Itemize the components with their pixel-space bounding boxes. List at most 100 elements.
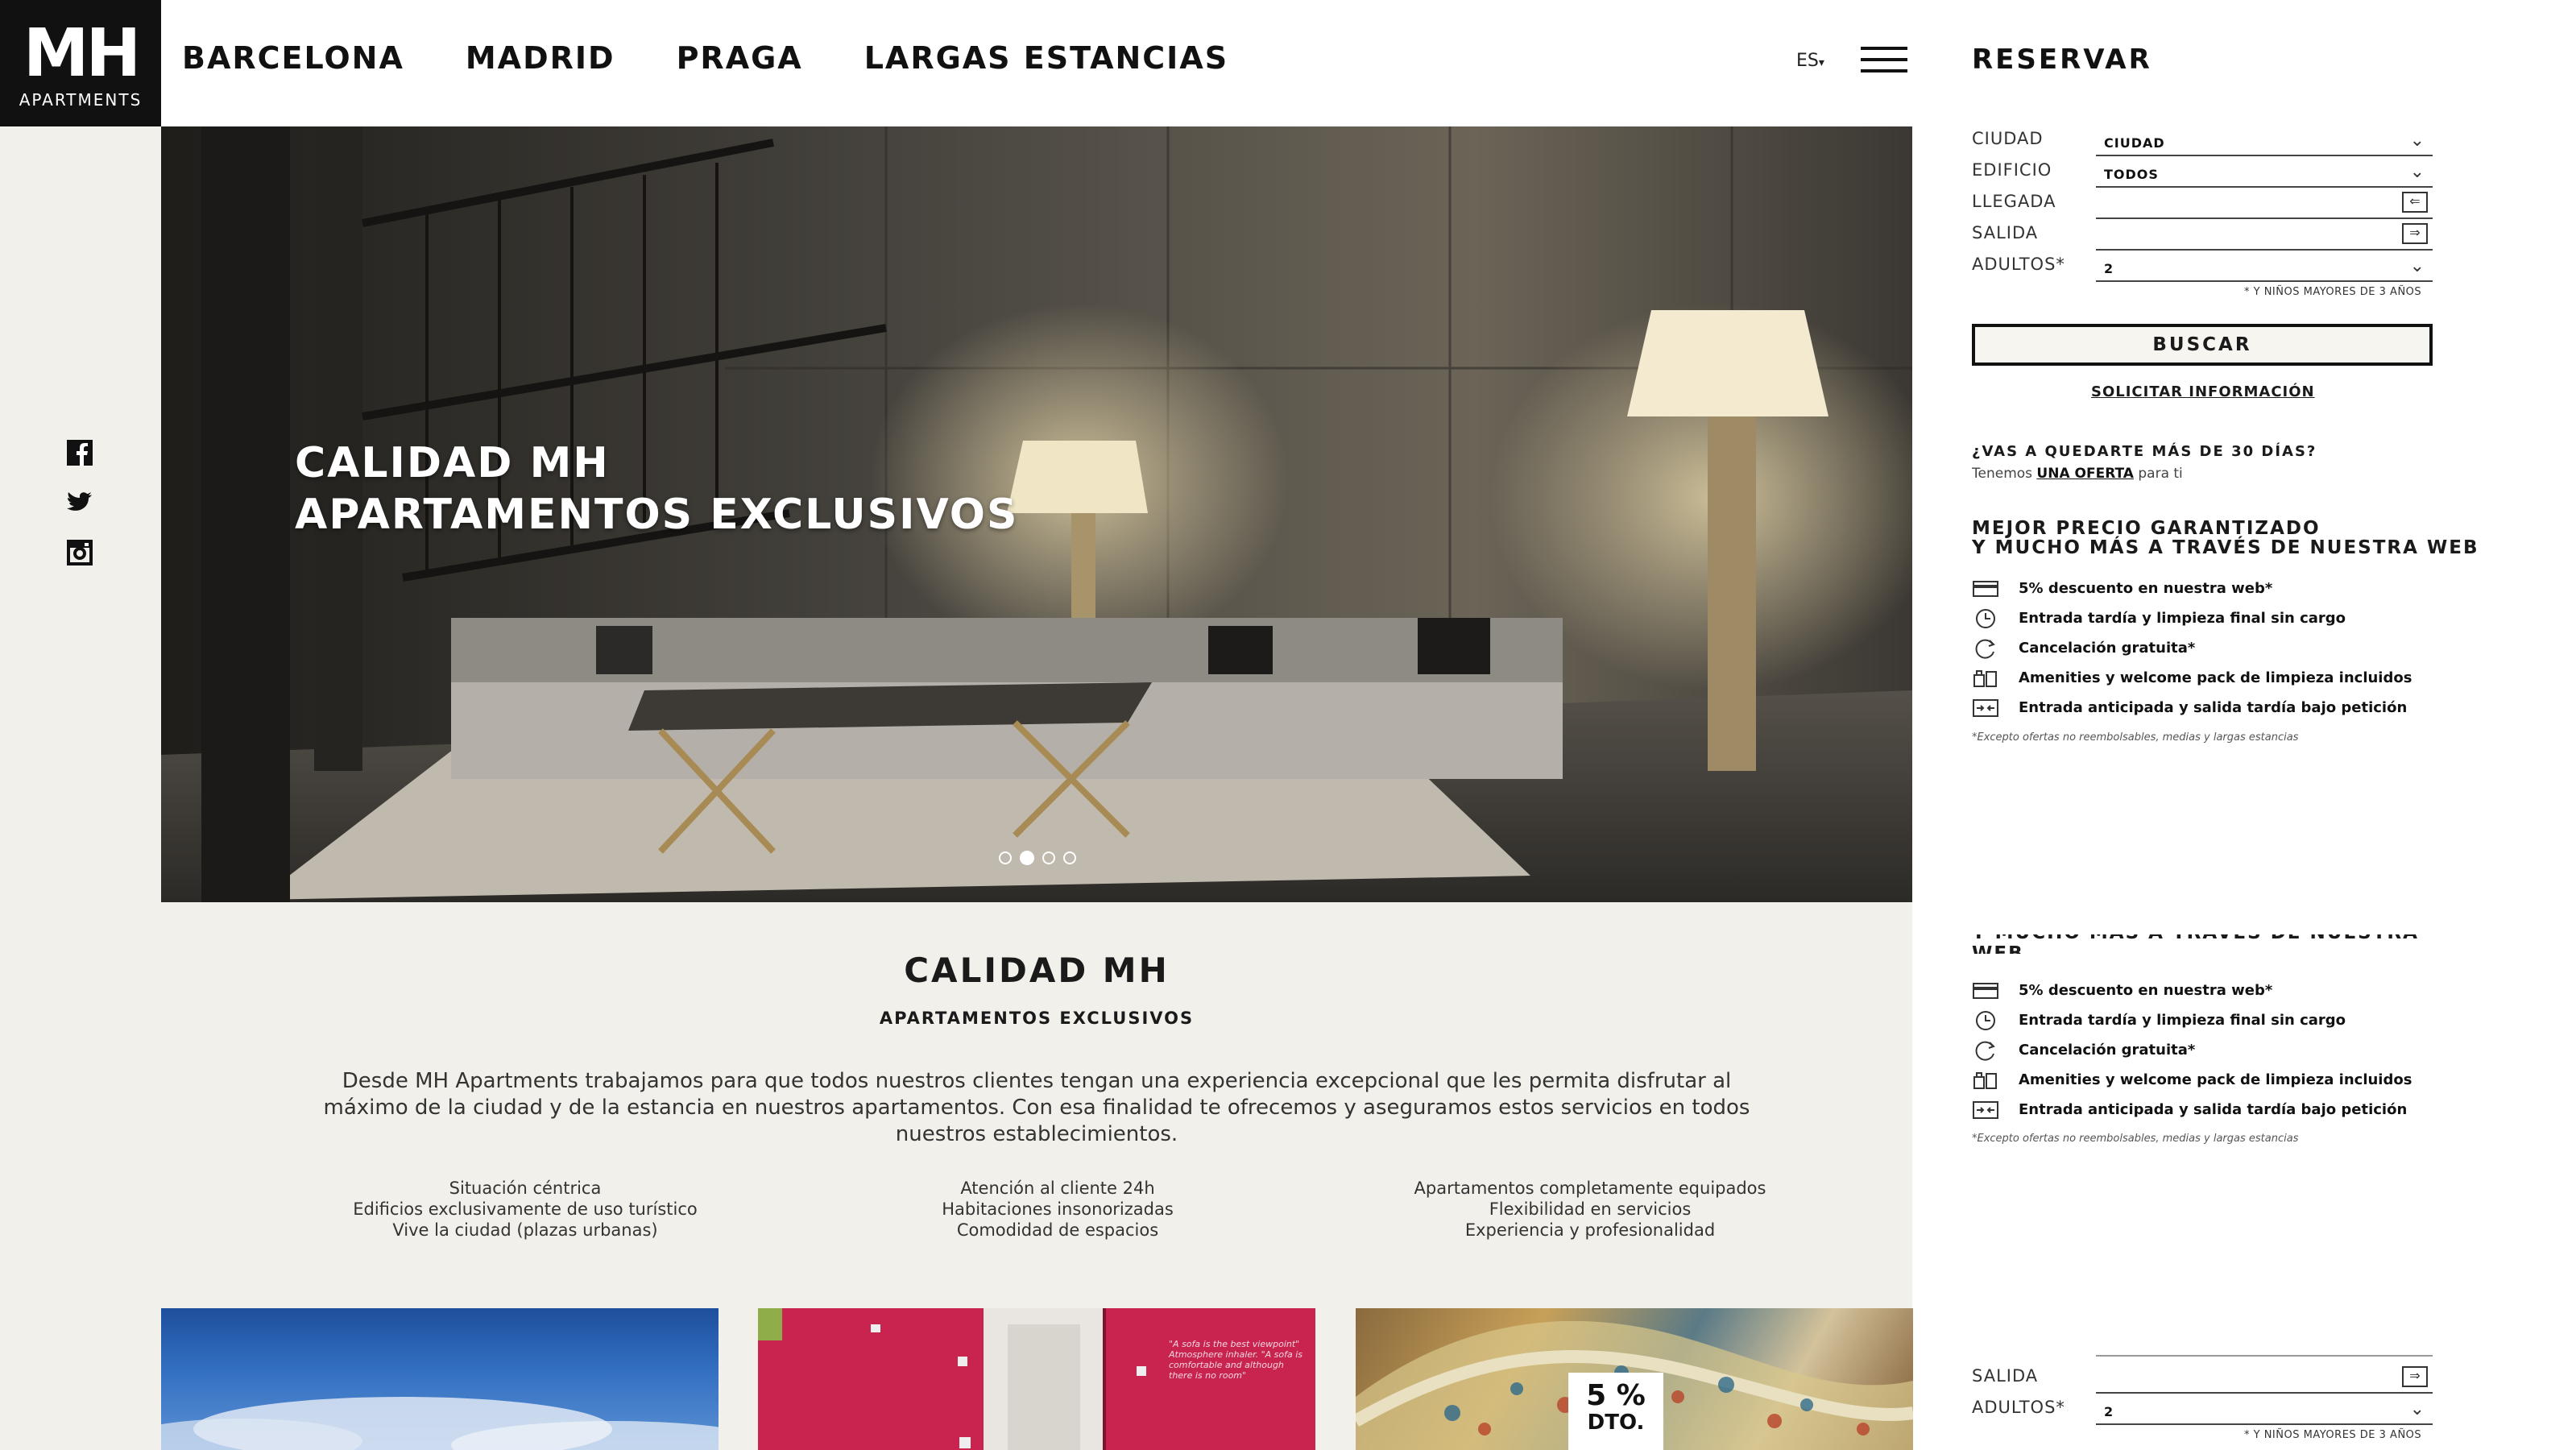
chevron-down-icon: ⌄: [2409, 162, 2425, 182]
long-stay-prefix: Tenemos: [1972, 466, 2033, 482]
discount-amount: 5 %: [1586, 1379, 1646, 1412]
hero-title-line2: APARTAMENTOS EXCLUSIVOS: [295, 491, 1019, 539]
benefit-item: Amenities y welcome pack de limpieza inc…: [1972, 1065, 2455, 1095]
hero-title: CALIDAD MH APARTAMENTOS EXCLUSIVOS: [295, 437, 1018, 541]
benefit-text: 5% descuento en nuestra web*: [2019, 580, 2273, 597]
nav-largas-estancias[interactable]: LARGAS ESTANCIAS: [864, 40, 1228, 76]
salida-label: SALIDA: [1972, 223, 2039, 242]
feature-column: Situación céntrica Edificios exclusivame…: [275, 1178, 775, 1241]
buscar-button[interactable]: BUSCAR: [1972, 324, 2433, 366]
benefit-text: Entrada tardía y limpieza final sin carg…: [2019, 1012, 2346, 1029]
edificio-select[interactable]: TODOS ⌄: [2096, 160, 2433, 188]
adultos-value: 2: [2104, 261, 2114, 276]
feature-item: Atención al cliente 24h: [960, 1179, 1155, 1198]
twitter-icon[interactable]: [66, 490, 93, 516]
mh-logo[interactable]: MH APARTMENTS: [0, 0, 161, 126]
main-nav: BARCELONA MADRID PRAGA LARGAS ESTANCIAS: [182, 40, 1228, 76]
discount-badge: 5 % DTO.: [1568, 1373, 1663, 1450]
adultos-value: 2: [2104, 1404, 2114, 1419]
feature-item: Vive la ciudad (plazas urbanas): [392, 1220, 658, 1240]
benefit-item: 5% descuento en nuestra web*: [1972, 976, 2455, 1005]
top-navigation-bar: BARCELONA MADRID PRAGA LARGAS ESTANCIAS …: [161, 0, 1912, 126]
feature-item: Experiencia y profesionalidad: [1464, 1220, 1716, 1240]
feature-column: Atención al cliente 24h Habitaciones ins…: [808, 1178, 1307, 1241]
benefit-item: Entrada anticipada y salida tardía bajo …: [1972, 1095, 2455, 1125]
slider-dot-3[interactable]: [1042, 851, 1055, 864]
benefit-item: Cancelación gratuita*: [1972, 633, 2455, 663]
feature-item: Situación céntrica: [449, 1179, 602, 1198]
long-stay-offer: Tenemos UNA OFERTA para ti: [1972, 466, 2183, 482]
ciudad-select[interactable]: CIUDAD ⌄: [2096, 129, 2433, 156]
ciudad-value: CIUDAD: [2104, 135, 2165, 151]
exception-note: *Excepto ofertas no reembolsables, media…: [1972, 1133, 2299, 1145]
oferta-link[interactable]: UNA OFERTA: [2036, 466, 2134, 482]
benefit-item: Amenities y welcome pack de limpieza inc…: [1972, 663, 2455, 693]
hamburger-menu-icon[interactable]: [1861, 47, 1907, 76]
language-code: ES: [1796, 51, 1819, 71]
late-checkin-icon: [1972, 608, 1999, 628]
feature-item: Habitaciones insonorizadas: [942, 1199, 1174, 1219]
promo-cards: "A sofa is the best viewpoint" Atmospher…: [161, 1308, 1913, 1450]
benefit-text: 5% descuento en nuestra web*: [2019, 982, 2273, 999]
promo-card-discount[interactable]: 5 % DTO.: [1356, 1308, 1913, 1450]
llegada-date-field[interactable]: ⇐: [2096, 192, 2433, 219]
benefit-text: Entrada anticipada y salida tardía bajo …: [2019, 1101, 2408, 1118]
slider-dot-2[interactable]: [1020, 851, 1034, 865]
adultos-select[interactable]: 2 ⌄: [2096, 1398, 2433, 1425]
adultos-select[interactable]: 2 ⌄: [2096, 255, 2433, 282]
ciudad-label: CIUDAD: [1972, 129, 2044, 148]
adultos-label: ADULTOS*: [1972, 255, 2065, 274]
slider-dot-4[interactable]: [1063, 851, 1076, 864]
calendar-depart-icon[interactable]: ⇒: [2402, 223, 2428, 244]
calendar-depart-icon[interactable]: ⇒: [2402, 1366, 2428, 1387]
chevron-down-icon: ⌄: [2409, 256, 2425, 276]
children-note: * Y NIÑOS MAYORES DE 3 AÑOS: [2244, 1429, 2422, 1441]
reservar-button[interactable]: RESERVAR: [1972, 44, 2152, 76]
nav-madrid[interactable]: MADRID: [466, 40, 615, 76]
facebook-icon[interactable]: [66, 440, 93, 466]
salida-label: SALIDA: [1972, 1366, 2039, 1386]
adultos-label: ADULTOS*: [1972, 1398, 2065, 1417]
salida-row: SALIDA ⇒: [1972, 223, 2433, 251]
benefit-text: Cancelación gratuita*: [2019, 640, 2196, 657]
chevron-down-icon: ⌄: [2409, 1399, 2425, 1419]
benefit-item: Entrada anticipada y salida tardía bajo …: [1972, 693, 2455, 723]
exception-note: *Excepto ofertas no reembolsables, media…: [1972, 731, 2299, 744]
llegada-label: LLEGADA: [1972, 192, 2056, 211]
benefit-item: Entrada tardía y limpieza final sin carg…: [1972, 603, 2455, 633]
slider-dot-1[interactable]: [999, 851, 1012, 864]
section-description: Desde MH Apartments trabajamos para que …: [323, 1069, 1750, 1146]
section-subtitle: APARTAMENTOS EXCLUSIVOS: [879, 1009, 1195, 1028]
calendar-arrive-icon[interactable]: ⇐: [2402, 192, 2428, 213]
solicitar-informacion-link[interactable]: SOLICITAR INFORMACIÓN: [2091, 383, 2315, 400]
hero-slider[interactable]: CALIDAD MH APARTAMENTOS EXCLUSIVOS: [161, 126, 1912, 902]
slider-dots: [999, 851, 1076, 865]
amenities-icon: [1972, 1071, 1999, 1090]
feature-item: Apartamentos completamente equipados: [1414, 1179, 1766, 1198]
discount-label: DTO.: [1587, 1411, 1645, 1435]
salida-row-duplicate: SALIDA ⇒: [1972, 1366, 2433, 1394]
best-price-line1: MEJOR PRECIO GARANTIZADO: [1972, 518, 2321, 539]
feature-item: Flexibilidad en servicios: [1489, 1199, 1692, 1219]
benefit-item: Cancelación gratuita*: [1972, 1035, 2455, 1065]
children-note: * Y NIÑOS MAYORES DE 3 AÑOS: [2244, 286, 2422, 298]
clipped-field-line: [2096, 1353, 2433, 1357]
credit-card-icon: [1972, 981, 1999, 1000]
edificio-label: EDIFICIO: [1972, 160, 2052, 180]
amenities-icon: [1972, 669, 1999, 688]
nav-barcelona[interactable]: BARCELONA: [182, 40, 404, 76]
calendar-arrows-icon: [1972, 698, 1999, 718]
salida-date-field[interactable]: ⇒: [2096, 223, 2433, 251]
language-selector[interactable]: ES▾: [1796, 51, 1824, 71]
edificio-value: TODOS: [2104, 167, 2159, 182]
benefit-item: 5% descuento en nuestra web*: [1972, 574, 2455, 603]
promo-card-interior[interactable]: "A sofa is the best viewpoint" Atmospher…: [758, 1308, 1315, 1450]
promo-card-sky[interactable]: [161, 1308, 719, 1450]
adultos-row: ADULTOS* 2 ⌄: [1972, 255, 2433, 282]
instagram-icon[interactable]: [66, 540, 93, 566]
nav-praga[interactable]: PRAGA: [677, 40, 803, 76]
benefit-text: Entrada anticipada y salida tardía bajo …: [2019, 699, 2408, 716]
salida-date-field[interactable]: ⇒: [2096, 1366, 2433, 1394]
best-price-line2-clipped: Y MUCHO MÁS A TRAVÉS DE NUESTRA WEB: [1972, 934, 2417, 954]
feature-item: Edificios exclusivamente de uso turístic…: [353, 1199, 698, 1219]
